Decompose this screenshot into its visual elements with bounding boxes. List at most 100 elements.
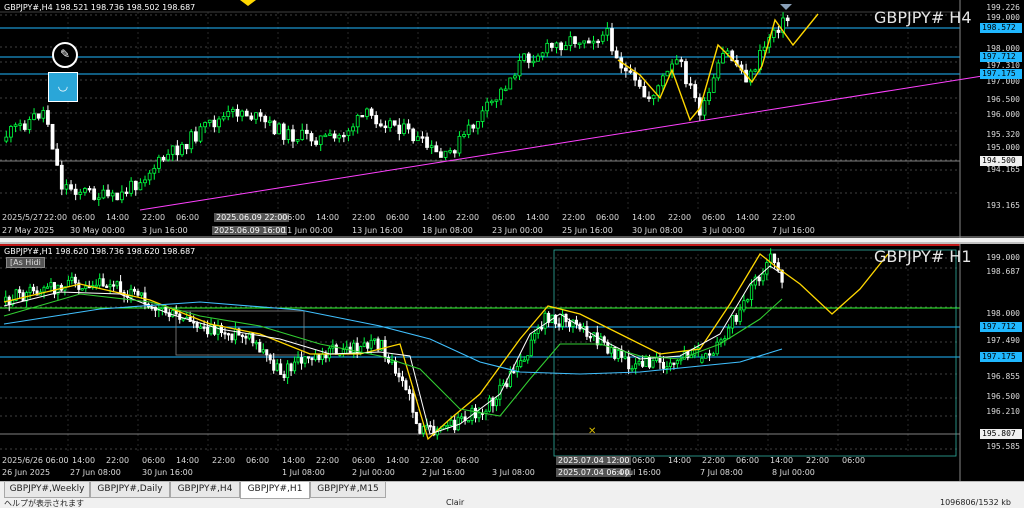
h4-candle-body xyxy=(96,197,101,200)
h1-candle-body xyxy=(362,342,366,347)
h4-candle-body xyxy=(623,67,628,72)
h1-candle-body xyxy=(533,333,537,341)
h4-candle-body xyxy=(166,153,171,161)
h4-candle-body xyxy=(610,28,614,52)
h4-candle-body xyxy=(161,156,166,161)
h4-candle-body xyxy=(277,123,281,135)
h4-candle-body xyxy=(309,133,314,142)
h1-chart-pane[interactable]: ✕ GBPJPY#,H1 198.620 198.736 198.620 198… xyxy=(0,242,1024,481)
h1-candle-body xyxy=(675,360,679,365)
app-icon[interactable]: ◡ xyxy=(48,72,78,102)
h1-price-label: 198.687 xyxy=(986,267,1020,276)
tab-h4[interactable]: GBPJPY#,H4 xyxy=(170,482,240,498)
h4-candle-body xyxy=(439,151,443,158)
h1-price-label: 195.585 xyxy=(986,442,1020,451)
h4-candle-body xyxy=(753,69,758,72)
h4-candle-body xyxy=(513,75,517,79)
h4-time-label: 06:00 xyxy=(702,213,726,222)
h1-date-label: 27 Jun 08:00 xyxy=(70,468,121,477)
h4-time-label: 06:00 xyxy=(386,213,410,222)
h4-candle-body xyxy=(568,36,573,46)
tab-m15[interactable]: GBPJPY#,M15 xyxy=(310,482,386,498)
h4-candle-body xyxy=(721,53,725,64)
h4-candle-body xyxy=(591,40,596,44)
tab-weekly[interactable]: GBPJPY#,Weekly xyxy=(4,482,90,498)
h1-candle-body xyxy=(627,356,631,370)
h1-candle-body xyxy=(171,310,175,317)
h4-candle-body xyxy=(22,123,27,130)
h4-chart-pane[interactable]: GBPJPY#,H4 198.521 198.736 198.502 198.6… xyxy=(0,0,1024,238)
h1-candle-body xyxy=(244,335,248,339)
h4-date-label: 30 Jun 08:00 xyxy=(632,226,683,235)
tab-daily[interactable]: GBPJPY#,Daily xyxy=(90,482,170,498)
h1-ma-slow xyxy=(3,301,783,375)
h4-candle-body xyxy=(314,140,318,145)
h1-candle-body xyxy=(272,359,276,371)
h1-date-label: 26 Jun 2025 xyxy=(2,468,51,477)
h4-candle-body xyxy=(688,83,693,86)
h4-time-label: 14:00 xyxy=(526,213,550,222)
h4-candle-body xyxy=(157,156,161,169)
h1-candle-body xyxy=(397,372,401,378)
h4-candle-body xyxy=(83,188,87,193)
h1-candle-body xyxy=(199,326,203,329)
h1-candle-body xyxy=(115,281,119,287)
h1-time-label: 06:00 xyxy=(246,456,270,465)
h1-candle-body xyxy=(261,349,265,353)
h4-candle-body xyxy=(226,111,231,117)
h1-time-label: 06:00 xyxy=(736,456,760,465)
h1-candle-body xyxy=(477,412,481,419)
h1-price-label: 197.490 xyxy=(986,336,1020,345)
h4-candle-body xyxy=(138,182,143,191)
h1-candle-body xyxy=(373,338,377,341)
h1-candle-body xyxy=(634,363,638,369)
h4-candle-body xyxy=(304,129,309,134)
h1-candle-body xyxy=(195,322,199,328)
h4-candle-body xyxy=(64,184,69,190)
h4-candle-body xyxy=(217,118,221,128)
h1-candle-body xyxy=(543,312,547,329)
h4-price-label: 199.226 xyxy=(986,3,1020,12)
as-hidden-label[interactable]: [As Hidi xyxy=(6,257,45,268)
h4-candle-body xyxy=(249,115,254,120)
h1-candle-body xyxy=(52,282,56,295)
h4-candle-body xyxy=(489,100,494,104)
h1b-candle-body xyxy=(700,357,704,363)
h1-candle-body xyxy=(442,425,446,430)
h4-candle-body xyxy=(101,189,106,199)
h4-candle-body xyxy=(13,124,18,127)
h4-date-label: 3 Jun 16:00 xyxy=(142,226,188,235)
h4-candle-body xyxy=(203,122,208,128)
h1-candle-body xyxy=(324,353,328,359)
h1-candle-body xyxy=(665,366,669,369)
h4-chart-canvas[interactable] xyxy=(0,0,1024,238)
h1-time-label: 06:00 xyxy=(352,456,376,465)
h1-chart-canvas[interactable]: ✕ xyxy=(0,244,1024,481)
h1-time-label: 14:00 xyxy=(176,456,200,465)
h4-candle-body xyxy=(69,184,73,190)
pen-icon[interactable]: ✎ xyxy=(52,42,78,68)
h4-candle-body xyxy=(254,112,258,120)
h1b-candle-body xyxy=(715,341,719,355)
h1-price-label: 199.000 xyxy=(986,253,1020,262)
h4-candle-body xyxy=(383,125,388,129)
h4-candle-body xyxy=(660,75,665,87)
h4-candle-body xyxy=(300,129,305,140)
h4-candle-body xyxy=(600,34,605,42)
h4-time-label: 14:00 xyxy=(106,213,130,222)
h4-candle-body xyxy=(471,124,476,129)
h4-candle-body xyxy=(120,191,124,201)
h4-candle-body xyxy=(707,92,711,102)
h4-candle-body xyxy=(59,164,64,190)
h1-candle-body xyxy=(588,335,592,339)
h4-candle-body xyxy=(531,60,536,64)
status-traffic: 1096806/1532 kb xyxy=(940,499,1011,507)
h4-candle-body xyxy=(771,29,776,38)
h1-time-label: 14:00 xyxy=(770,456,794,465)
h1-price-label: 196.210 xyxy=(986,407,1020,416)
h1-time-label: 22:00 xyxy=(420,456,444,465)
h1-candle-body xyxy=(637,360,641,365)
h1-candle-body xyxy=(300,357,304,364)
tab-h1[interactable]: GBPJPY#,H1 xyxy=(240,482,310,499)
h1-candle-body xyxy=(139,292,143,296)
